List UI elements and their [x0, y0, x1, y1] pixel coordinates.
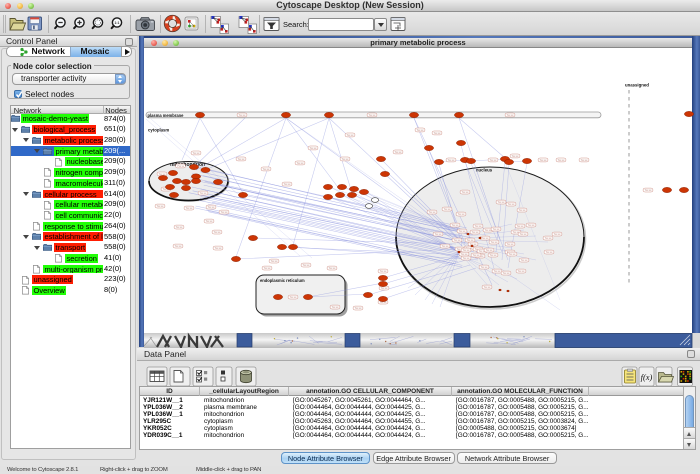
svg-text:Yxx xx: Yxx xx [518, 271, 526, 273]
svg-text:Yxx xx: Yxx xx [176, 227, 184, 229]
svg-text:Yxx xx: Yxx xx [554, 234, 562, 236]
svg-text:Yxx xx: Yxx xx [329, 268, 337, 270]
svg-text:Yxx xx: Yxx xx [507, 244, 515, 246]
svg-text:cytoplasm: cytoplasm [148, 128, 169, 133]
svg-text:Yxx xx: Yxx xx [444, 209, 452, 211]
svg-text:Yxx xx: Yxx xx [200, 193, 208, 195]
svg-text:Yxx xx: Yxx xx [263, 169, 271, 171]
svg-text:Yxx xx: Yxx xx [519, 210, 527, 212]
svg-text:Yxx xx: Yxx xx [177, 166, 185, 168]
svg-text:Yxx xx: Yxx xx [490, 255, 498, 257]
svg-text:Yxx xx: Yxx xx [206, 221, 214, 223]
svg-text:Yxx xx: Yxx xx [297, 163, 305, 165]
svg-text:Yxx xx: Yxx xx [528, 225, 536, 227]
svg-text:Yxx xx: Yxx xx [463, 250, 471, 252]
svg-text:Yxx xx: Yxx xx [545, 238, 553, 240]
svg-text:Yxx xx: Yxx xx [429, 212, 437, 214]
svg-text:Yxx xx: Yxx xx [462, 192, 470, 194]
svg-text:Yxx xx: Yxx xx [467, 240, 475, 242]
svg-text:Yxx xx: Yxx xx [175, 246, 183, 248]
svg-text:Yxx xx: Yxx xx [520, 234, 528, 236]
svg-text:Yxx xx: Yxx xx [509, 254, 517, 256]
svg-text:Yxx xx: Yxx xx [347, 135, 355, 137]
svg-text:Yxx xx: Yxx xx [490, 160, 498, 162]
svg-text:Yxx xx: Yxx xx [303, 265, 311, 267]
svg-text:Yxx xx: Yxx xx [157, 206, 165, 208]
svg-text:Yxx xx: Yxx xx [498, 202, 506, 204]
svg-text:Yxx xx: Yxx xx [494, 271, 502, 273]
svg-text:endoplasmic reticulum: endoplasmic reticulum [260, 278, 305, 283]
svg-text:Yxx xx: Yxx xx [493, 229, 501, 231]
svg-text:Yxx xx: Yxx xx [461, 254, 469, 256]
svg-text:1:1: 1:1 [115, 21, 120, 25]
svg-text:Yxx xx: Yxx xx [507, 115, 515, 117]
svg-text:Yxx xx: Yxx xx [472, 232, 480, 234]
svg-text:Yxx xx: Yxx xx [442, 246, 450, 248]
svg-text:Yxx xx: Yxx xx [434, 133, 442, 135]
svg-text:Yxx xx: Yxx xx [481, 267, 489, 269]
svg-text:Yxx xx: Yxx xx [238, 159, 246, 161]
svg-text:Yxx xx: Yxx xx [264, 268, 272, 270]
svg-text:Yxx xx: Yxx xx [517, 226, 525, 228]
svg-text:plasma membrane: plasma membrane [148, 113, 185, 118]
svg-text:Yxx xx: Yxx xx [342, 159, 350, 161]
svg-text:Yxx xx: Yxx xx [290, 297, 298, 299]
svg-text:Yxx xx: Yxx xx [417, 130, 425, 132]
svg-text:Yxx xx: Yxx xx [380, 271, 388, 273]
svg-text:Yxx xx: Yxx xx [484, 287, 492, 289]
svg-text:Yxx xx: Yxx xx [491, 242, 499, 244]
svg-text:Yxx xx: Yxx xx [454, 240, 462, 242]
svg-text:Yxx xx: Yxx xx [284, 184, 292, 186]
svg-text:Yxx xx: Yxx xx [540, 160, 548, 162]
svg-text:Yxx xx: Yxx xx [215, 248, 223, 250]
svg-text:Yxx xx: Yxx xx [486, 250, 494, 252]
svg-text:Yxx xx: Yxx xx [581, 160, 589, 162]
svg-text:Yxx xx: Yxx xx [546, 252, 554, 254]
svg-text:Yxx xx: Yxx xx [369, 115, 377, 117]
svg-text:Yxx xx: Yxx xx [380, 302, 388, 304]
svg-text:Yxx xx: Yxx xx [239, 115, 247, 117]
svg-text:Yxx xx: Yxx xx [458, 214, 466, 216]
svg-text:Yxx xx: Yxx xx [395, 152, 403, 154]
svg-text:Yxx xx: Yxx xx [448, 160, 456, 162]
svg-text:Yxx xx: Yxx xx [310, 148, 318, 150]
svg-text:Yxx xx: Yxx xx [221, 212, 229, 214]
svg-text:Yxx xx: Yxx xx [521, 260, 529, 262]
svg-text:Yxx xx: Yxx xx [332, 307, 340, 309]
svg-text:Yxx xx: Yxx xx [558, 160, 566, 162]
svg-text:Yxx xx: Yxx xx [503, 273, 511, 275]
svg-text:Yxx xx: Yxx xx [193, 153, 201, 155]
svg-text:nucleus: nucleus [476, 168, 493, 173]
svg-text:Yxx xx: Yxx xx [459, 231, 467, 233]
svg-text:Yxx xx: Yxx xx [208, 207, 216, 209]
svg-text:Yxx xx: Yxx xx [473, 255, 481, 257]
svg-text:Yxx xx: Yxx xx [186, 208, 194, 210]
svg-text:Yxx xx: Yxx xx [214, 232, 222, 234]
svg-text:Yxx xx: Yxx xx [381, 288, 389, 290]
svg-text:Yxx xx: Yxx xx [435, 234, 443, 236]
svg-text:unassigned: unassigned [625, 83, 649, 88]
svg-text:Yxx xx: Yxx xx [512, 156, 520, 158]
svg-text:Yxx xx: Yxx xx [482, 238, 490, 240]
svg-text:Yxx xx: Yxx xx [452, 225, 460, 227]
svg-text:Yxx xx: Yxx xx [475, 226, 483, 228]
svg-text:Yxx xx: Yxx xx [271, 261, 279, 263]
svg-text:Yxx xx: Yxx xx [463, 258, 471, 260]
svg-text:f(x): f(x) [641, 372, 653, 382]
svg-text:Yxx xx: Yxx xx [508, 204, 516, 206]
svg-text:Yxx xx: Yxx xx [355, 308, 363, 310]
svg-text:Yxx xx: Yxx xx [645, 190, 653, 192]
